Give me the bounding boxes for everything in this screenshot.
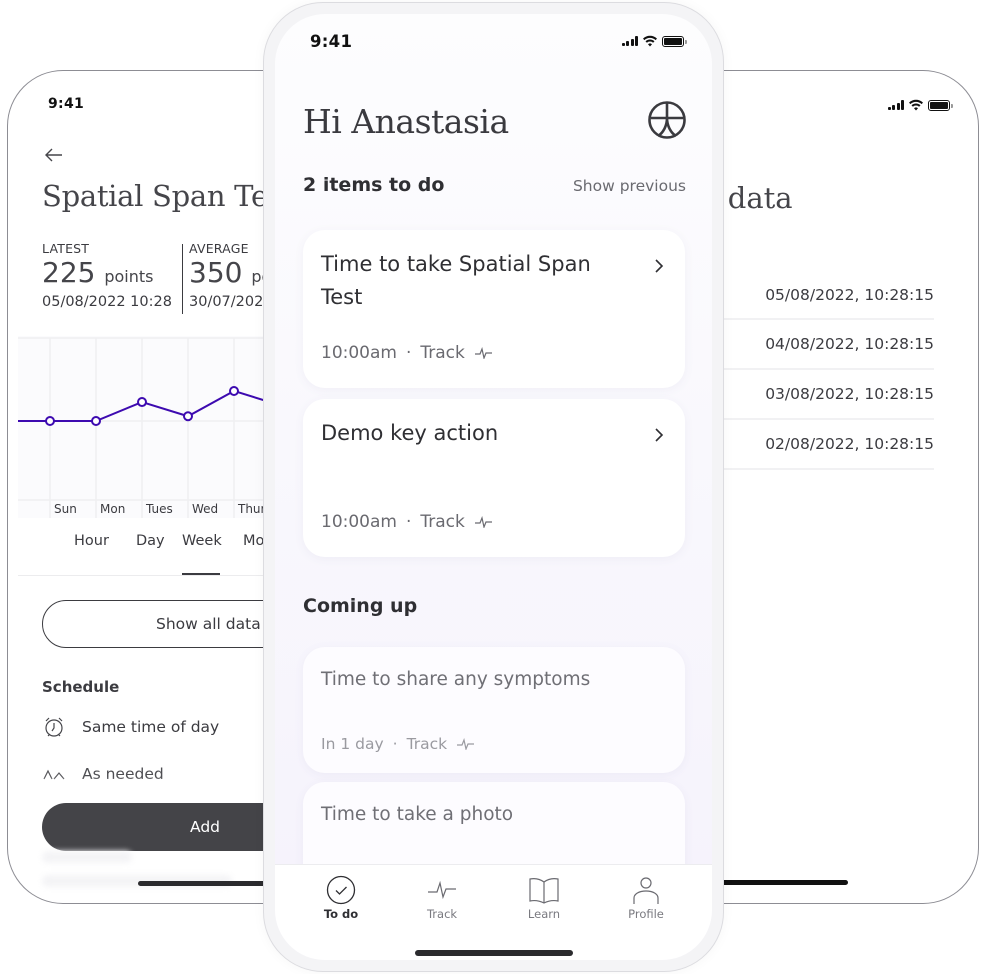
x-tick-label: Sun [54,502,77,516]
x-tick-label: Tues [145,502,173,516]
tab-day[interactable]: Day [136,533,182,549]
latest-date: 05/08/2022 10:28 [42,294,172,310]
check-circle-icon [326,875,356,905]
alarm-clock-icon [45,717,63,737]
card-title: Time to take a photo [321,804,514,825]
tab-label: Learn [527,907,561,921]
card-meta: In 1 day · Track [321,735,476,753]
series-line [18,389,281,422]
blurred-text [42,851,132,863]
x-tick-label: Thur [237,502,266,516]
tab-track[interactable]: Track [402,875,482,921]
todo-heading: 2 items to do [303,174,445,196]
x-tick-label: Mon [100,502,125,516]
list-item[interactable]: 05/08/2022, 10:28:15 [700,271,934,320]
center-phone-frame: 9:41 Hi Anastasia 2 items to do Show pre… [263,2,724,972]
chevron-right-icon [655,428,664,442]
card-meta: 10:00am · Track [321,343,494,363]
list-item[interactable]: 04/08/2022, 10:28:15 [700,320,934,370]
card-meta: 10:00am · Track [321,512,494,532]
tab-to-do[interactable]: To do [301,875,381,921]
profile-logo-icon[interactable] [647,100,687,140]
home-indicator [415,950,573,956]
data-point [45,416,55,426]
pulse-icon [474,516,492,528]
wifi-icon [909,99,923,111]
tab-hour[interactable]: Hour [74,533,136,549]
x-tick-label: Wed [192,502,218,516]
tab-profile[interactable]: Profile [606,875,686,921]
latest-stat: LATEST 225 points 05/08/2022 10:28 [42,241,172,310]
show-previous-link[interactable]: Show previous [573,177,686,195]
upcoming-card[interactable]: Time to share any symptoms In 1 day · Trac… [303,647,685,773]
card-title: Demo key action [321,421,499,445]
card-title: Time to take Spatial Span Test [321,252,591,309]
schedule-option-label: Same time of day [82,718,220,736]
data-point [183,411,193,422]
tab-label: To do [323,907,359,921]
card-title: Time to share any symptoms [321,669,591,690]
pulse-icon [474,347,492,359]
bottom-tab-bar: To do Track Learn Profile [275,864,712,960]
status-icons [621,35,687,47]
status-icons [887,99,953,111]
data-point [137,397,147,408]
todo-screen: 9:41 Hi Anastasia 2 items to do Show pre… [275,14,712,960]
pulse-icon [457,738,475,750]
person-icon [633,877,659,904]
signal-icon [621,36,638,46]
data-point [91,416,101,426]
status-time: 9:41 [310,32,353,51]
back-arrow-icon[interactable] [44,147,64,163]
range-tabs: Hour Day Week Month [74,533,288,549]
tab-week[interactable]: Week [182,533,243,549]
list-item[interactable]: 02/08/2022, 10:28:15 [700,420,934,470]
tab-learn[interactable]: Learn [504,875,584,921]
greeting: Hi Anastasia [303,102,509,141]
battery-icon [662,35,687,47]
latest-value: 225 points [42,256,154,289]
schedule-option-same-time[interactable]: Same time of day [42,715,219,739]
signal-icon [887,100,904,110]
battery-icon [928,99,953,111]
todo-card[interactable]: Time to take Spatial Span Test 10:00am · T… [303,230,685,388]
stat-divider [182,244,183,314]
chevron-right-icon [655,259,664,273]
list-item[interactable]: 03/08/2022, 10:28:15 [700,370,934,420]
tab-label: Track [426,907,458,921]
pulse-icon [428,880,456,900]
todo-card[interactable]: Demo key action 10:00am · Track [303,399,685,557]
coming-up-heading: Coming up [303,595,418,617]
wifi-icon [643,35,657,47]
home-indicator [138,881,278,886]
tab-label: Profile [628,907,664,921]
schedule-heading: Schedule [42,678,120,696]
status-time: 9:41 [48,96,85,112]
data-list: 05/08/2022, 10:28:15 04/08/2022, 10:28:1… [700,271,934,470]
data-point [229,385,239,396]
book-icon [529,878,559,904]
latest-label: LATEST [42,241,90,256]
page-title: Spatial Span Test [42,179,294,213]
